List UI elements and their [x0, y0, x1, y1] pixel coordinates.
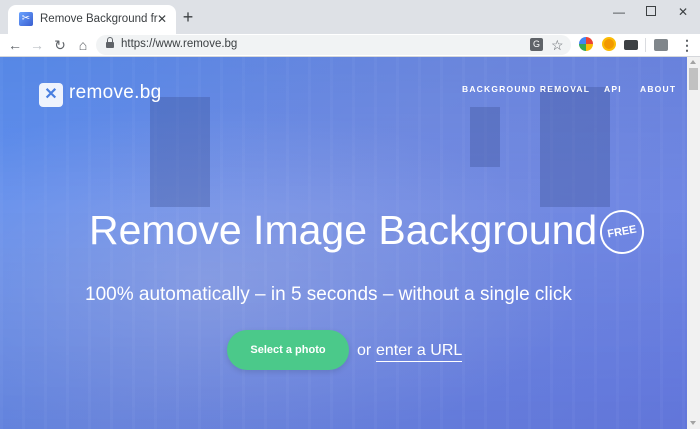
page-hero: ✕ remove.bg BACKGROUND REMOVAL API ABOUT…: [0, 57, 687, 429]
logo-icon: ✕: [44, 86, 58, 103]
extension-orange-icon[interactable]: [602, 37, 616, 51]
back-icon: ←: [8, 37, 22, 53]
menu-icon[interactable]: ⋮: [680, 37, 694, 53]
tab-strip: ✂ Remove Background from Ima ✕ + — ✕: [0, 0, 700, 34]
home-icon: ⌂: [78, 37, 88, 53]
address-bar[interactable]: https://www.remove.bg G ☆: [96, 35, 571, 55]
close-window-button[interactable]: ✕: [672, 4, 694, 20]
minimize-button[interactable]: —: [608, 4, 630, 20]
tab-title: Remove Background from Ima: [40, 13, 158, 25]
browser-tab[interactable]: ✂ Remove Background from Ima ✕: [8, 5, 176, 34]
background-building: [150, 97, 210, 207]
nav-background-removal[interactable]: BACKGROUND REMOVAL: [462, 84, 590, 94]
reload-icon: ↻: [54, 37, 66, 53]
or-text: or: [357, 342, 372, 359]
browser-toolbar: ← → ↻ ⌂ https://www.remove.bg G ☆ ⋮: [0, 34, 700, 57]
enter-url-link[interactable]: enter a URL: [376, 342, 463, 362]
back-button[interactable]: ←: [6, 36, 24, 54]
subheadline: 100% automatically – in 5 seconds – with…: [85, 284, 572, 305]
star-icon[interactable]: ☆: [551, 36, 564, 54]
lock-icon[interactable]: [106, 37, 114, 48]
headline: Remove Image Background: [89, 207, 598, 253]
maximize-icon: [646, 6, 656, 16]
translate-icon[interactable]: G: [530, 38, 543, 51]
background-building: [540, 87, 610, 207]
profile-icon[interactable]: [654, 39, 668, 51]
extension-chrome-icon[interactable]: [579, 37, 593, 51]
background-building: [470, 107, 500, 167]
extension-screen-icon[interactable]: [624, 40, 638, 50]
favicon-icon: ✂: [19, 12, 33, 26]
brand-name[interactable]: remove.bg: [69, 82, 161, 104]
home-button[interactable]: ⌂: [74, 36, 92, 54]
forward-button[interactable]: →: [28, 36, 46, 54]
scrollbar[interactable]: [687, 57, 700, 429]
url-text[interactable]: https://www.remove.bg: [121, 38, 237, 50]
nav-about[interactable]: ABOUT: [640, 84, 676, 94]
select-photo-button[interactable]: Select a photo: [227, 330, 349, 370]
scroll-thumb[interactable]: [689, 68, 698, 90]
nav-api[interactable]: API: [604, 84, 622, 94]
reload-button[interactable]: ↻: [51, 36, 69, 54]
logo[interactable]: ✕: [39, 83, 63, 107]
tab-close-button[interactable]: ✕: [155, 12, 169, 26]
new-tab-button[interactable]: +: [180, 8, 196, 26]
toolbar-divider: [645, 38, 646, 52]
maximize-button[interactable]: [640, 4, 662, 20]
scroll-up-icon[interactable]: [690, 60, 696, 64]
scroll-down-icon[interactable]: [690, 421, 696, 425]
forward-icon: →: [30, 37, 44, 53]
